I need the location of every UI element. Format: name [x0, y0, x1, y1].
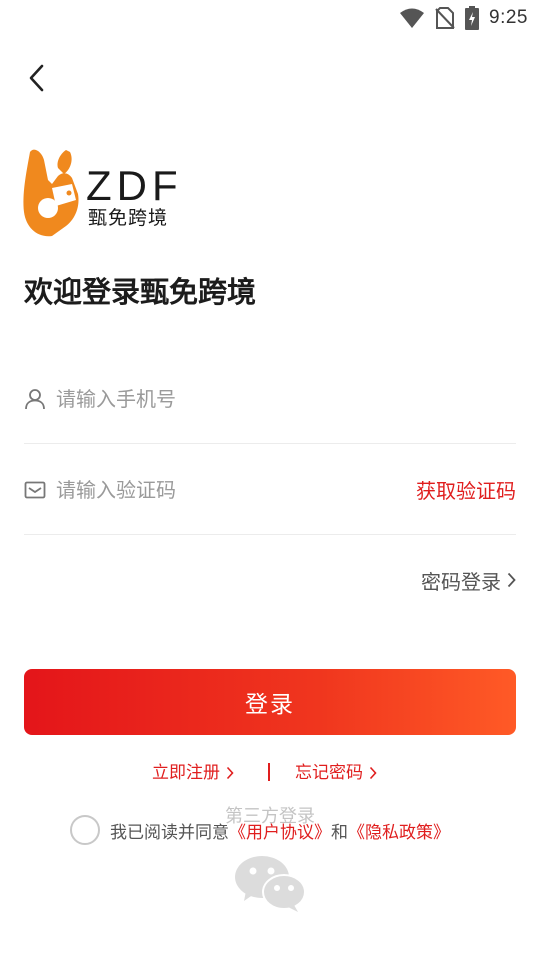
ok-hand-logo-icon — [23, 149, 79, 237]
logo-brand-text: ZDF — [86, 162, 183, 209]
page-title: 欢迎登录甄免跨境 — [24, 275, 257, 309]
forgot-password-link[interactable]: 忘记密码 — [295, 758, 377, 788]
battery-charging-icon — [465, 6, 480, 30]
code-input[interactable] — [56, 469, 416, 510]
privacy-policy-link[interactable]: 《隐私政策》 — [348, 818, 450, 843]
login-button[interactable]: 登录 — [24, 669, 516, 735]
user-icon — [24, 388, 46, 410]
user-agreement-link[interactable]: 《用户协议》 — [229, 818, 331, 843]
phone-input[interactable] — [56, 378, 516, 419]
chevron-left-icon — [29, 64, 44, 92]
link-divider — [268, 763, 270, 781]
register-label: 立即注册 — [152, 763, 220, 783]
get-code-button[interactable]: 获取验证码 — [416, 475, 516, 504]
status-time: 9:25 — [489, 7, 528, 28]
code-field-row: 获取验证码 — [24, 445, 516, 535]
status-icons: 9:25 — [399, 5, 528, 31]
wifi-icon — [400, 8, 425, 28]
agreement-row: 我已阅读并同意 《用户协议》 和 《隐私政策》 — [70, 814, 450, 846]
chevron-right-icon — [369, 766, 377, 780]
back-button[interactable] — [18, 58, 54, 98]
envelope-icon — [24, 479, 46, 501]
agreement-and: 和 — [331, 822, 348, 843]
chevron-right-icon — [507, 572, 516, 588]
password-login-label: 密码登录 — [421, 569, 501, 594]
password-login-link[interactable]: 密码登录 — [421, 564, 516, 596]
wechat-login-button[interactable] — [234, 855, 306, 913]
no-sim-icon — [435, 7, 455, 29]
register-link[interactable]: 立即注册 — [152, 758, 234, 788]
phone-field-row — [24, 354, 516, 444]
wechat-icon — [235, 856, 306, 912]
account-links: 立即注册 忘记密码 — [0, 758, 540, 788]
status-bar: 9:25 — [0, 0, 540, 36]
chevron-right-icon — [226, 766, 234, 780]
agreement-checkbox[interactable] — [70, 815, 100, 845]
forgot-password-label: 忘记密码 — [295, 763, 363, 783]
logo-subtitle: 甄免跨境 — [88, 207, 169, 229]
app-logo: ZDF 甄免跨境 — [22, 144, 182, 240]
agreement-prefix: 我已阅读并同意 — [110, 822, 229, 843]
